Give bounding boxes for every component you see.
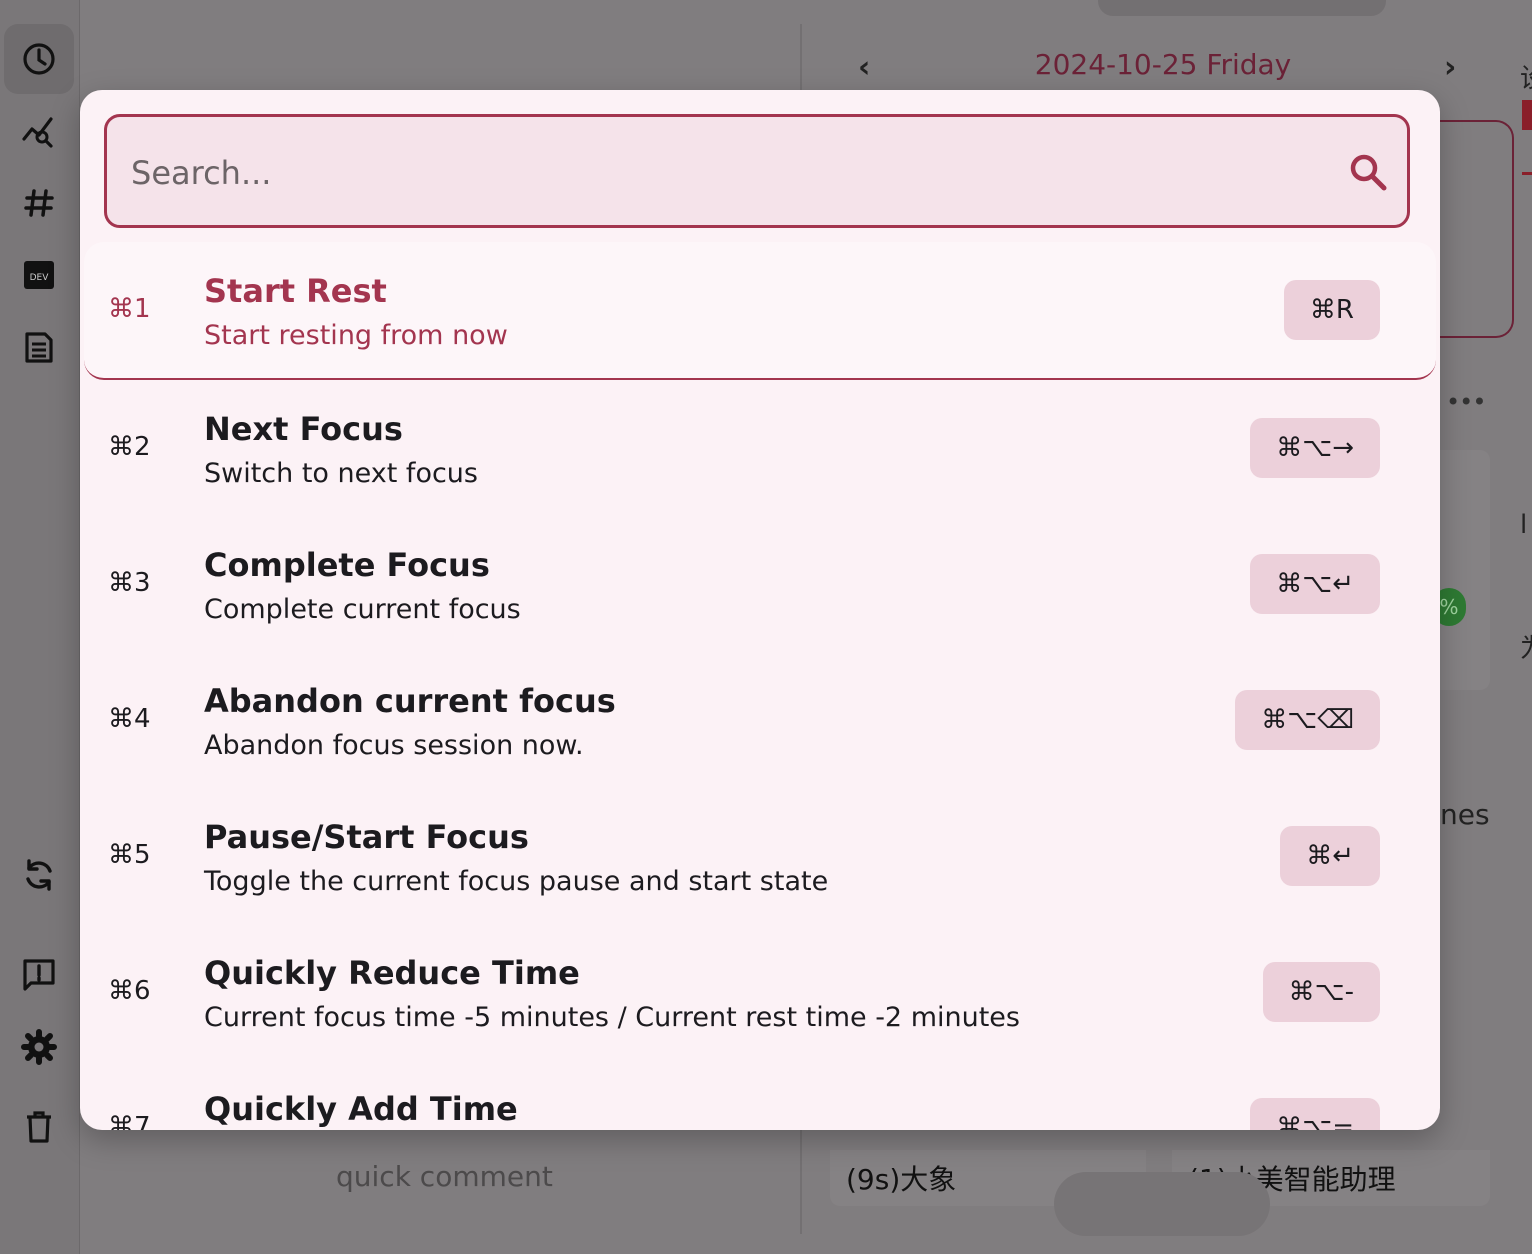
command-index: ⌘7	[108, 1112, 151, 1130]
command-palette: ⌘1 Start Rest Start resting from now ⌘R …	[80, 90, 1440, 1130]
command-item-abandon-focus[interactable]: ⌘4 Abandon current focus Abandon focus s…	[80, 652, 1440, 788]
sidebar-item-statistics[interactable]	[4, 96, 74, 166]
command-item-complete-focus[interactable]: ⌘3 Complete Focus Complete current focus…	[80, 516, 1440, 652]
shortcut-badge: ⌘↵	[1280, 826, 1380, 886]
sidebar-item-tags[interactable]	[4, 168, 74, 238]
command-description: Start resting from now	[204, 320, 508, 351]
sidebar-item-trash[interactable]	[4, 1092, 74, 1162]
command-title: Quickly Reduce Time	[204, 954, 580, 992]
sidebar: DEV	[0, 0, 80, 1254]
sidebar-item-dev[interactable]: DEV	[4, 240, 74, 310]
shortcut-badge: ⌘⌥-	[1262, 962, 1380, 1022]
command-description: Current focus time -5 minutes / Current …	[204, 1002, 1020, 1033]
top-search-field[interactable]	[1098, 0, 1386, 16]
sidebar-item-settings[interactable]	[4, 1012, 74, 1082]
section-heading-fragment: nes	[1440, 798, 1490, 831]
command-index: ⌘6	[108, 976, 151, 1006]
settings-icon	[21, 1029, 57, 1065]
command-title: Start Rest	[204, 272, 387, 310]
date-label: 2024-10-25 Friday	[1034, 48, 1292, 81]
command-item-reduce-time[interactable]: ⌘6 Quickly Reduce Time Current focus tim…	[80, 924, 1440, 1060]
focus-card	[1440, 450, 1490, 690]
shortcut-badge: ⌘⌥→	[1250, 418, 1380, 478]
command-item-add-time[interactable]: ⌘7 Quickly Add Time ⌘⌥=	[80, 1060, 1440, 1130]
command-index: ⌘1	[108, 294, 151, 324]
document-icon	[25, 332, 53, 363]
clock-icon	[23, 43, 55, 75]
search-icon[interactable]	[1347, 151, 1389, 193]
command-title: Abandon current focus	[204, 682, 616, 720]
prev-day-button[interactable]: ‹	[858, 50, 870, 85]
edge-text-1: 设	[1520, 58, 1532, 95]
command-item-pause-start-focus[interactable]: ⌘5 Pause/Start Focus Toggle the current …	[80, 788, 1440, 924]
command-item-start-rest[interactable]: ⌘1 Start Rest Start resting from now ⌘R	[84, 242, 1436, 380]
command-description: Switch to next focus	[204, 458, 478, 489]
command-index: ⌘2	[108, 432, 151, 462]
command-description: Abandon focus session now.	[204, 730, 584, 761]
command-description: Complete current focus	[204, 594, 521, 625]
shortcut-badge: ⌘⌥=	[1250, 1098, 1380, 1130]
shortcut-badge: ⌘R	[1283, 280, 1380, 340]
command-description: Toggle the current focus pause and start…	[204, 866, 829, 897]
quick-comment-label[interactable]: quick comment	[336, 1160, 553, 1193]
command-index: ⌘3	[108, 568, 151, 598]
command-title: Next Focus	[204, 410, 403, 448]
sync-icon	[26, 859, 52, 891]
command-index: ⌘5	[108, 840, 151, 870]
trash-icon	[27, 1111, 51, 1143]
sidebar-item-sync[interactable]	[4, 840, 74, 910]
sidebar-item-feedback[interactable]	[4, 940, 74, 1010]
shortcut-badge: ⌘⌥↵	[1250, 554, 1380, 614]
dev-icon-label: DEV	[30, 273, 50, 283]
command-list: ⌘1 Start Rest Start resting from now ⌘R …	[80, 242, 1440, 1130]
search-box[interactable]	[104, 114, 1410, 228]
edge-accent-line	[1522, 172, 1532, 175]
more-options-icon[interactable]: •••	[1446, 388, 1486, 416]
edge-text-2: l	[1520, 510, 1528, 540]
shortcut-badge: ⌘⌥⌫	[1235, 690, 1380, 750]
command-title: Pause/Start Focus	[204, 818, 529, 856]
search-input[interactable]	[129, 143, 1313, 203]
dev-icon: DEV	[24, 261, 54, 289]
view-toggle[interactable]	[1054, 1172, 1270, 1236]
command-title: Complete Focus	[204, 546, 490, 584]
stats-icon	[22, 117, 53, 148]
sidebar-item-notes[interactable]	[4, 312, 74, 382]
command-index: ⌘4	[108, 704, 151, 734]
edge-accent	[1522, 100, 1532, 130]
hash-icon	[24, 189, 54, 217]
command-item-next-focus[interactable]: ⌘2 Next Focus Switch to next focus ⌘⌥→	[80, 380, 1440, 516]
summary-card	[1440, 120, 1514, 338]
command-title: Quickly Add Time	[204, 1090, 518, 1128]
feedback-icon	[23, 959, 55, 991]
edge-text-3: 为	[1520, 628, 1532, 665]
sidebar-item-timer[interactable]	[4, 24, 74, 94]
next-day-button[interactable]: ›	[1444, 50, 1456, 85]
